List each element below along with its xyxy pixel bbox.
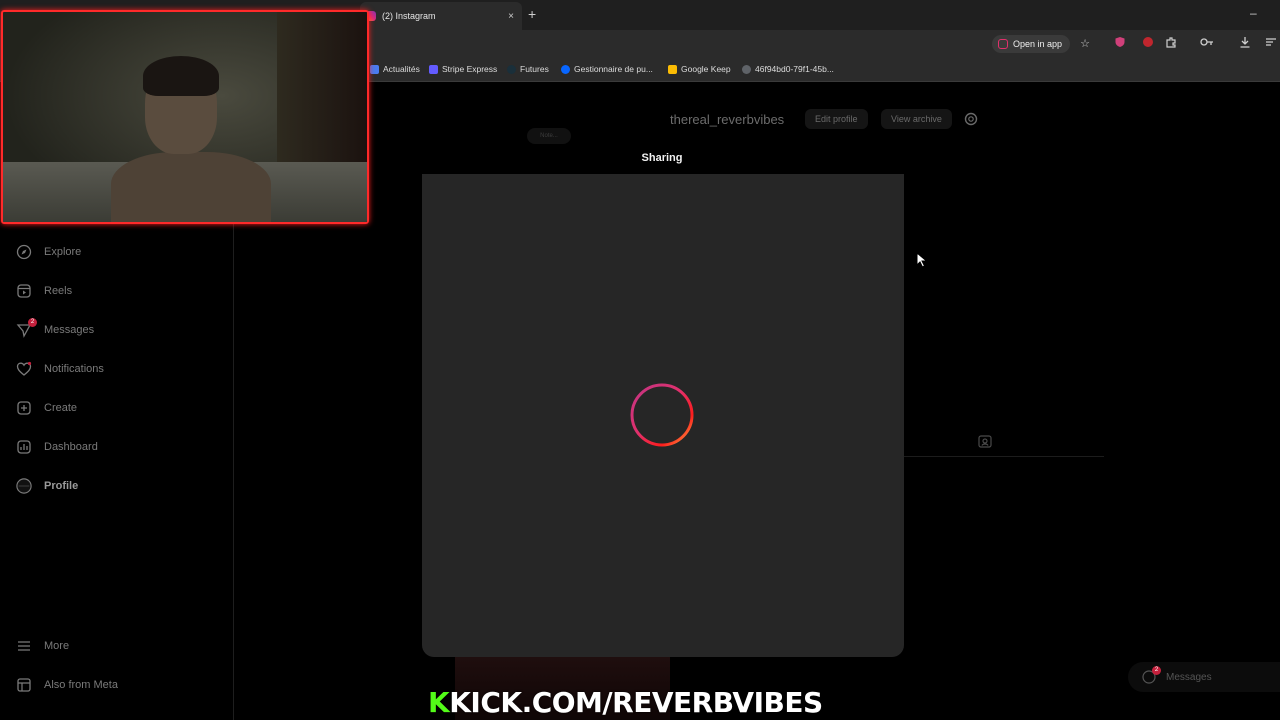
bookmark-item[interactable]: 46f94bd0-79f1-45b... (742, 64, 834, 74)
profile-username: thereal_reverbvibes (670, 112, 785, 127)
tab-close-icon[interactable]: × (508, 11, 514, 22)
sidebar-item-messages[interactable]: 2 Messages (16, 318, 94, 342)
sharing-modal (422, 174, 904, 657)
reels-icon (16, 283, 32, 299)
webcam-overlay (1, 10, 369, 224)
sidebar-item-explore[interactable]: Explore (16, 240, 81, 264)
globe-icon (742, 64, 751, 74)
sidebar-item-label: Reels (44, 285, 73, 297)
sidebar-item-notifications[interactable]: Notifications (16, 357, 104, 381)
open-in-app-label: Open in app (1013, 39, 1063, 49)
profile-avatar-icon (16, 478, 32, 494)
futures-icon (507, 64, 516, 74)
hamburger-menu-icon (16, 638, 32, 654)
tagged-tab-icon[interactable] (977, 433, 993, 454)
note-bubble[interactable]: Note... (527, 128, 571, 144)
news-icon (370, 64, 379, 74)
bookmark-label: Futures (520, 64, 549, 74)
meta-apps-icon (16, 677, 32, 693)
sidebar-item-label: Explore (44, 246, 82, 258)
sidebar-item-label: Create (44, 402, 78, 414)
sidebar-item-also-from-meta[interactable]: Also from Meta (16, 673, 118, 697)
sidebar-item-label: Profile (44, 480, 79, 492)
sidebar-item-create[interactable]: Create (16, 396, 77, 420)
reading-list-icon[interactable] (1263, 36, 1279, 52)
sidebar-item-label: Dashboard (44, 441, 98, 453)
sidebar-item-label: Also from Meta (44, 679, 118, 691)
kick-channel-url: KICK.COM/REVERBVIBES (449, 686, 823, 719)
bookmark-item[interactable]: Stripe Express (429, 64, 497, 74)
edit-profile-button[interactable]: Edit profile (805, 109, 868, 129)
plus-square-icon (16, 400, 32, 416)
dashboard-icon (16, 439, 32, 455)
messages-floating-button[interactable]: 2 Messages (1128, 662, 1280, 692)
extension-red-icon[interactable] (1140, 36, 1156, 52)
bookmark-label: Stripe Express (442, 64, 498, 74)
password-key-icon[interactable] (1199, 36, 1215, 52)
messages-label: Messages (1166, 671, 1212, 683)
google-keep-icon (668, 64, 677, 74)
sidebar-item-label: Notifications (44, 363, 104, 375)
messages-badge: 2 (1152, 666, 1161, 675)
kick-channel-banner: KKICK.COM/REVERBVIBES (428, 686, 823, 719)
download-icon[interactable] (1237, 36, 1253, 52)
sidebar-item-reels[interactable]: Reels (16, 279, 72, 303)
messenger-icon: 2 (1142, 666, 1161, 684)
stripe-icon (429, 64, 438, 74)
modal-title: Sharing (641, 152, 683, 164)
bookmark-label: Google Keep (681, 64, 731, 74)
extension-shield-icon[interactable] (1112, 36, 1128, 52)
settings-gear-icon[interactable] (963, 111, 979, 132)
compass-icon (16, 244, 32, 260)
bookmark-label: Gestionnaire de pu... (574, 64, 653, 74)
open-in-app-button[interactable]: Open in app (992, 35, 1071, 53)
sidebar-item-profile[interactable]: Profile (16, 474, 78, 498)
streamer-figure (111, 152, 271, 222)
extensions-puzzle-icon[interactable] (1163, 36, 1179, 52)
sidebar-item-label: Messages (44, 324, 95, 336)
view-archive-button[interactable]: View archive (881, 109, 952, 129)
screen: (2) Instagram × + – Open in app ☆ Actual… (0, 0, 1280, 720)
bookmark-star-icon[interactable]: ☆ (1077, 36, 1093, 52)
profile-tabs-divider (904, 456, 1104, 457)
bookmark-item[interactable]: Futures (507, 64, 549, 74)
sidebar-item-more[interactable]: More (16, 634, 69, 658)
sidebar-item-dashboard[interactable]: Dashboard (16, 435, 98, 459)
bookmark-item[interactable]: Google Keep (668, 64, 731, 74)
sidebar-item-label: More (44, 640, 70, 652)
bookmark-item[interactable]: Actualités (370, 64, 420, 74)
heart-icon (16, 361, 32, 377)
meta-icon (561, 64, 570, 74)
tab-title: (2) Instagram (382, 11, 436, 21)
mouse-cursor-icon (916, 252, 928, 268)
loading-spinner-icon (630, 383, 694, 447)
browser-tab-instagram[interactable]: (2) Instagram × (360, 2, 522, 30)
messages-badge: 2 (28, 318, 37, 327)
bookmark-item[interactable]: Gestionnaire de pu... (561, 64, 653, 74)
new-tab-button[interactable]: + (528, 6, 536, 22)
streamer-figure (143, 56, 219, 96)
bookmark-label: 46f94bd0-79f1-45b... (755, 64, 834, 74)
kick-logo-icon: K (428, 686, 450, 719)
instagram-icon (998, 39, 1008, 49)
messenger-icon: 2 (16, 318, 37, 338)
minimize-window-button[interactable]: – (1250, 6, 1257, 20)
bookmark-label: Actualités (383, 64, 420, 74)
